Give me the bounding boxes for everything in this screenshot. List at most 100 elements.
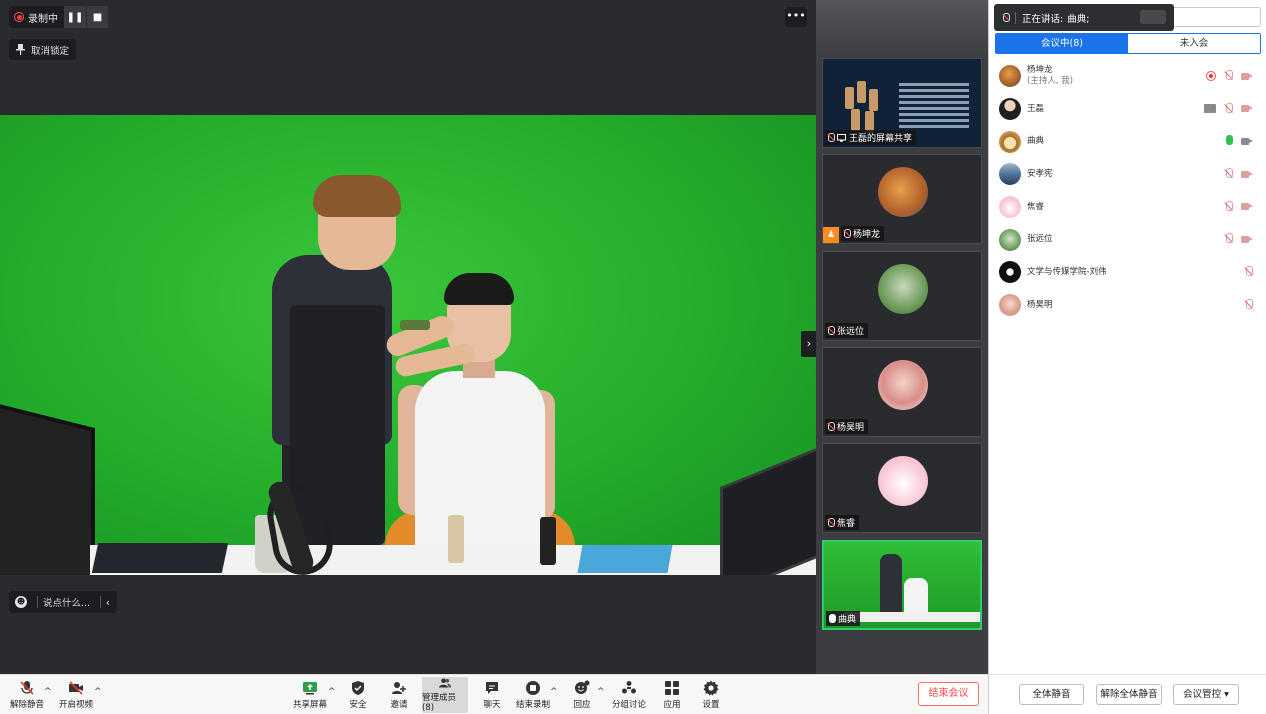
mic-on-icon[interactable] [1224,135,1233,147]
security-button[interactable]: 安全 [344,677,372,713]
participant-tabs: 会议中(8) 未入会 [995,33,1261,54]
meeting-control-button[interactable]: 会议管控 ▾ [1173,684,1239,705]
thumbnail-participant[interactable]: 张远位 [822,251,982,341]
manage-members-label: 管理成员(8) [422,693,457,713]
thumbnail-participant[interactable]: 杨昊明 [822,347,982,437]
participant-gallery: 王磊的屏幕共享 ♟ 杨坤龙 张远位 杨昊明 焦睿 曲典 [816,0,988,674]
recording-icon [1206,71,1216,81]
apps-button[interactable]: 应用 [658,677,686,713]
recording-indicator: 录制中 ❚❚ ■ [9,6,108,28]
share-screen-icon [303,682,317,695]
thumbnail-participant[interactable]: ♟ 杨坤龙 [822,154,982,244]
participant-name: 安孝宪 [1027,168,1053,179]
thumbnail-caption: 张远位 [825,323,869,338]
record-options-icon[interactable]: ^ [550,687,558,697]
camera-off-icon[interactable] [1241,72,1253,81]
gear-icon [703,680,719,696]
participant-row[interactable]: 曲典 [989,125,1266,158]
audio-options-icon[interactable]: ^ [44,687,52,697]
quick-chat-box[interactable]: ☻ 说点什么... ‹ [9,591,117,613]
mic-muted-icon[interactable] [1244,266,1253,278]
mic-muted-icon[interactable] [1224,200,1233,213]
mic-muted-icon[interactable] [1224,70,1233,82]
unlock-button[interactable]: 取消锁定 [9,39,77,60]
participant-row[interactable]: 安孝宪 [989,158,1266,191]
scene-mat [577,545,673,573]
thumbnail-name: 王磊的屏幕共享 [849,134,913,144]
end-recording-button[interactable]: 结束录制 [514,677,552,713]
thumbnail-participant-active[interactable]: 曲典 [822,540,982,630]
main-stage: 录制中 ❚❚ ■ 取消锁定 ••• ☻ 说点什么... ‹ › [0,0,817,674]
share-options-icon[interactable]: ^ [328,687,336,697]
avatar [999,65,1021,88]
settings-button[interactable]: 设置 [697,677,725,713]
speaking-name: 曲典; [1067,13,1090,25]
participant-row[interactable]: 文学与传媒学院-刘伟 [989,256,1266,289]
emoji-icon[interactable]: ☻ [15,596,27,608]
thumbnail-name: 杨坤龙 [853,230,881,240]
camera-off-icon[interactable] [1241,170,1253,179]
tab-in-meeting[interactable]: 会议中(8) [996,34,1128,53]
divider [37,596,38,608]
pin-icon [16,44,25,55]
mic-muted-icon[interactable] [1224,168,1233,180]
mic-muted-icon [1002,12,1010,23]
video-options-icon[interactable]: ^ [94,687,102,697]
divider [1015,11,1016,24]
participant-row[interactable]: 焦睿 [989,191,1266,224]
security-label: 安全 [349,700,367,710]
thumbnail-name: 张远位 [837,327,865,337]
avatar [999,130,1021,153]
mute-all-button[interactable]: 全体静音 [1019,684,1084,705]
invite-button[interactable]: 邀请 [385,677,413,713]
chat-button[interactable]: 聊天 [478,677,506,713]
reactions-button[interactable]: 回应 [568,677,596,713]
scene-laptop [720,442,816,575]
thumbnail-name: 杨昊明 [837,423,865,433]
unmute-button[interactable]: 解除静音 [8,677,46,713]
camera-off-icon[interactable] [1241,202,1253,211]
participant-row[interactable]: 王磊 [989,93,1266,126]
participant-search-input[interactable] [1174,7,1261,27]
participant-row[interactable]: 杨昊明 [989,289,1266,322]
invite-user-icon [392,682,406,694]
panel-footer: 全体静音 解除全体静音 会议管控 ▾ [989,674,1266,714]
chat-label: 聊天 [483,700,501,710]
mic-muted-icon [827,325,835,336]
scene-seated-person [415,371,545,551]
scene-bottle [540,517,556,565]
main-video[interactable] [0,115,816,575]
reaction-options-icon[interactable]: ^ [597,687,605,697]
thumbnail-screen-share[interactable]: 王磊的屏幕共享 [822,58,982,148]
expand-gallery-button[interactable]: › [801,331,817,357]
manage-members-button[interactable]: 管理成员(8) [422,677,468,713]
start-video-button[interactable]: 开启视频 [56,677,96,713]
thumbnail-participant[interactable]: 焦睿 [822,443,982,533]
more-options-button[interactable]: ••• [785,7,807,27]
participant-row[interactable]: 张远位 [989,223,1266,256]
camera-off-icon[interactable] [1241,104,1253,113]
mic-muted-icon[interactable] [1224,102,1233,115]
camera-off-icon[interactable] [1241,235,1253,244]
tab-not-joined[interactable]: 未入会 [1128,34,1260,53]
stop-recording-button[interactable]: ■ [86,6,108,28]
bottom-toolbar: 解除静音 ^ 开启视频 ^ 共享屏幕 ^ 安全 邀请 管理成员(8) 聊天 结束… [0,674,988,714]
share-screen-button[interactable]: 共享屏幕 [290,677,330,713]
screen-share-icon [1204,104,1216,114]
end-meeting-button[interactable]: 结束会议 [918,682,979,706]
participant-row[interactable]: 杨坤龙 (主持人, 我) [989,60,1266,93]
mic-muted-icon[interactable] [1244,298,1253,311]
breakout-button[interactable]: 分组讨论 [610,677,648,713]
preview-person [904,578,928,614]
collapse-chat-icon[interactable]: ‹ [106,596,117,609]
thumbnail-name: 曲典 [838,615,857,625]
participant-avatar [878,264,928,314]
chat-input[interactable]: 说点什么... [43,595,95,609]
reactions-label: 回应 [573,700,591,710]
pause-recording-button[interactable]: ❚❚ [64,6,86,28]
camera-icon[interactable] [1241,137,1253,146]
scene-mat [91,543,229,573]
mic-muted-icon[interactable] [1224,233,1233,245]
active-speaker-banner: 正在讲话: 曲典; [994,4,1174,31]
unmute-all-button[interactable]: 解除全体静音 [1096,684,1162,705]
